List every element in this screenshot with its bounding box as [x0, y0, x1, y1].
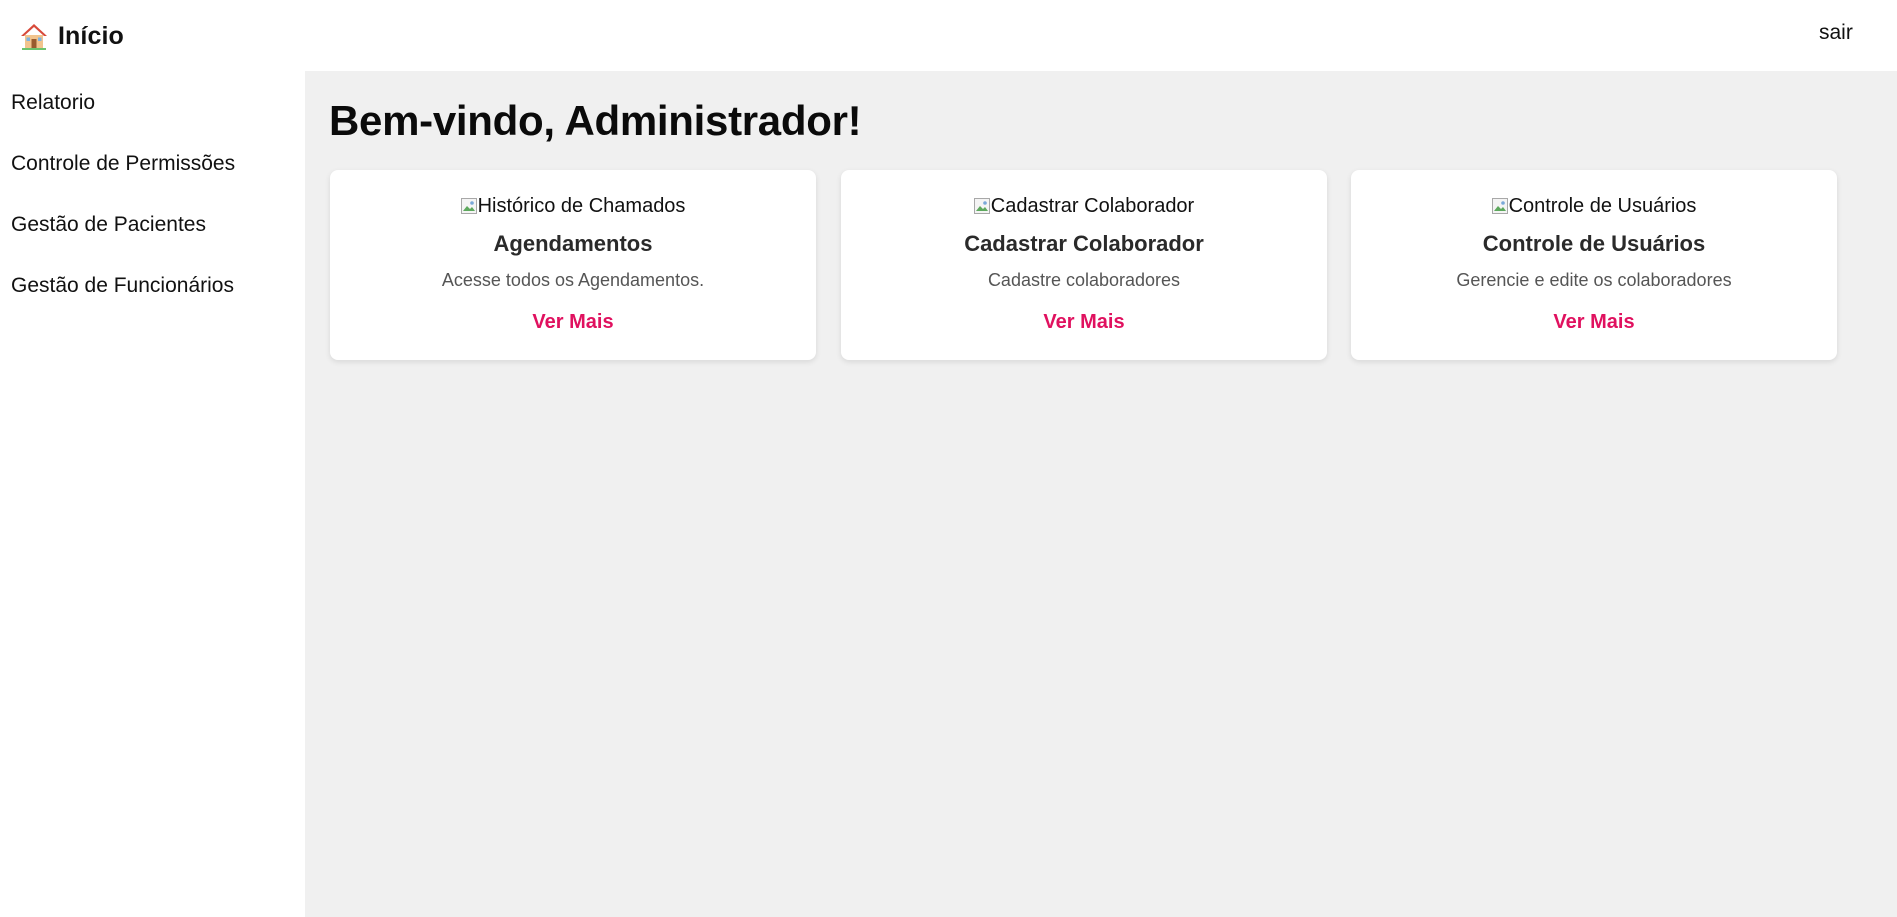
card-image: Controle de Usuários [1351, 195, 1837, 218]
card-title: Agendamentos [493, 231, 653, 256]
card-title: Controle de Usuários [1482, 231, 1706, 256]
card-description: Acesse todos os Agendamentos. [441, 270, 705, 290]
sidebar-item-gestao-pacientes[interactable]: Gestão de Pacientes [11, 213, 206, 237]
sidebar: Relatorio Controle de Permissões Gestão … [0, 71, 305, 917]
broken-image-icon [973, 197, 990, 214]
card-image-alt: Histórico de Chamados [477, 195, 686, 217]
sidebar-item-controle-permissoes[interactable]: Controle de Permissões [11, 152, 235, 176]
card-ver-mais-link[interactable]: Ver Mais [330, 311, 816, 334]
card-description: Gerencie e edite os colaboradores [1456, 270, 1732, 290]
card-image-alt: Controle de Usuários [1508, 195, 1697, 217]
card-description: Cadastre colaboradores [987, 270, 1181, 290]
card-image-alt: Cadastrar Colaborador [990, 195, 1195, 217]
sidebar-item-relatorio[interactable]: Relatorio [11, 91, 95, 115]
card-ver-mais-link[interactable]: Ver Mais [1351, 311, 1837, 334]
home-link[interactable]: Início [19, 19, 124, 53]
sidebar-item-gestao-funcionarios[interactable]: Gestão de Funcionários [11, 274, 234, 298]
page-title: Bem-vindo, Administrador! [329, 97, 862, 144]
broken-image-icon [1491, 197, 1508, 214]
home-icon [19, 21, 49, 51]
card-cadastrar-colaborador: Cadastrar Colaborador Cadastrar Colabora… [841, 170, 1327, 360]
card-title: Cadastrar Colaborador [964, 231, 1204, 256]
card-ver-mais-link[interactable]: Ver Mais [841, 311, 1327, 334]
card-controle-usuarios: Controle de Usuários Controle de Usuário… [1351, 170, 1837, 360]
logout-link[interactable]: sair [1819, 21, 1853, 45]
card-agendamentos: Histórico de Chamados Agendamentos Acess… [330, 170, 816, 360]
card-image: Cadastrar Colaborador [841, 195, 1327, 218]
home-link-label: Início [58, 21, 124, 50]
card-image: Histórico de Chamados [330, 195, 816, 218]
main-content: Bem-vindo, Administrador! Histórico de C… [305, 71, 1897, 917]
top-navbar: Início sair [0, 0, 1897, 71]
broken-image-icon [460, 197, 477, 214]
